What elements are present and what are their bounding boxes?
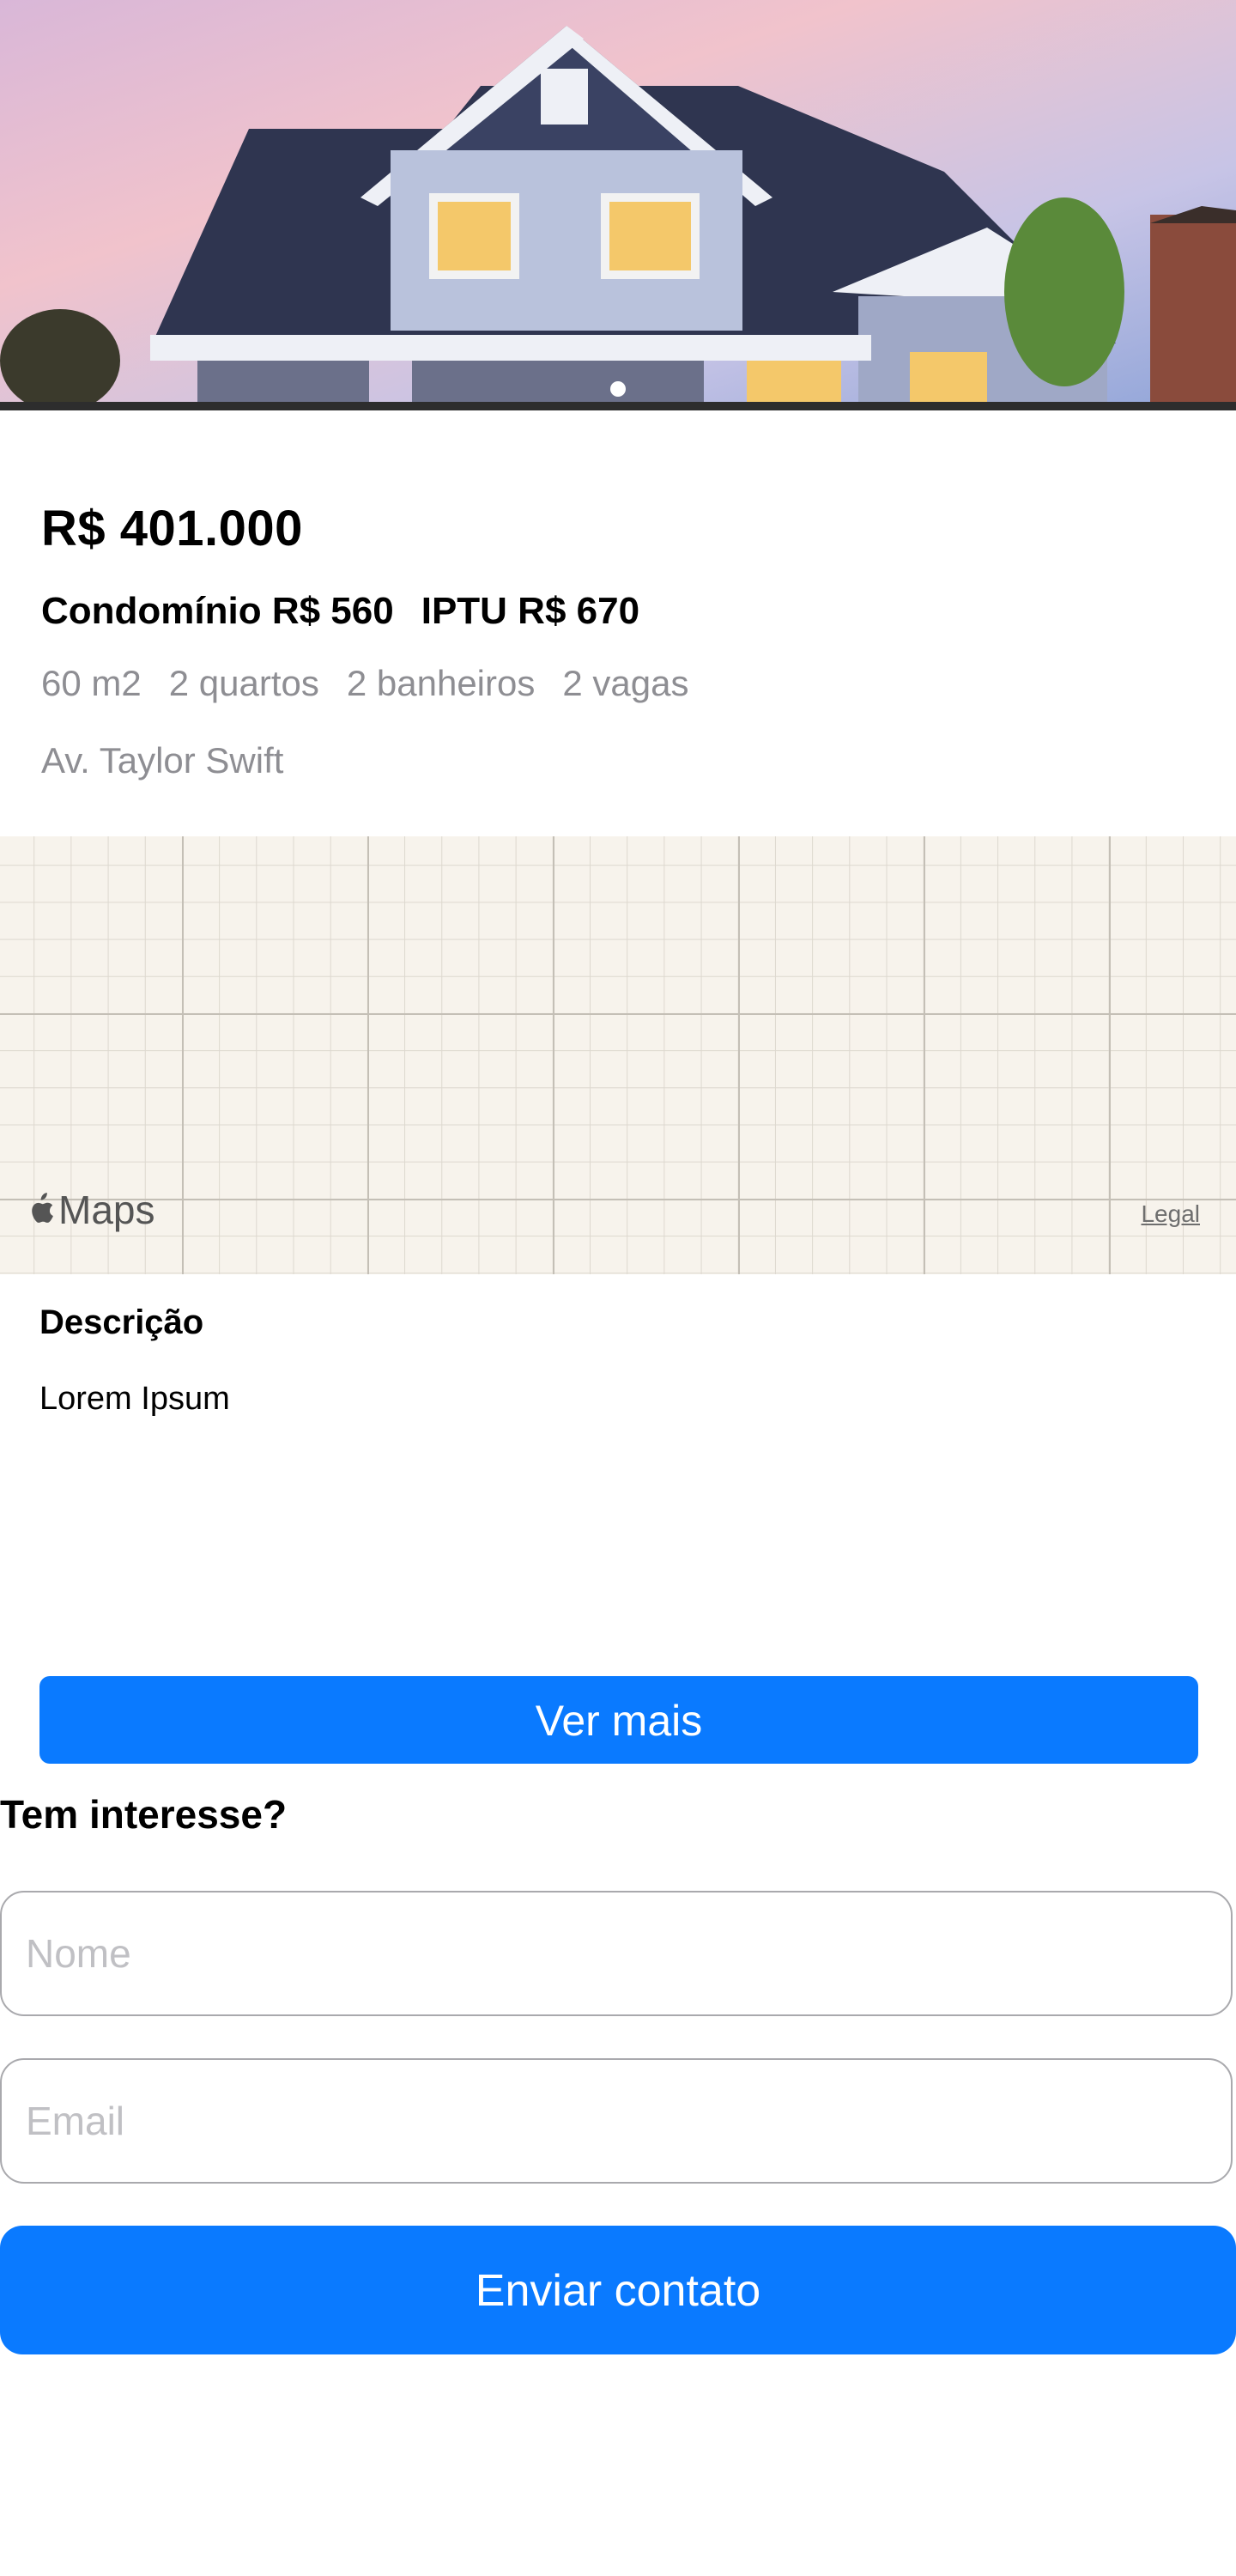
gallery-page-indicator[interactable]	[0, 381, 1236, 402]
price-label: R$ 401.000	[41, 501, 303, 556]
email-input[interactable]	[0, 2058, 1233, 2184]
ver-mais-button[interactable]: Ver mais	[39, 1676, 1198, 1764]
map-view[interactable]: Maps Legal	[0, 836, 1236, 1274]
house-illustration	[0, 0, 1236, 410]
description-title: Descrição	[39, 1303, 204, 1341]
parking-label: 2 vagas	[562, 663, 689, 703]
contact-title: Tem interesse?	[0, 1792, 288, 1837]
house-photo[interactable]	[0, 0, 1236, 410]
maps-logo: Maps	[26, 1187, 154, 1233]
maps-brand-label: Maps	[58, 1188, 155, 1232]
fees-row: Condomínio R$ 560 IPTU R$ 670	[41, 590, 639, 633]
iptu-label: IPTU R$ 670	[421, 590, 640, 632]
legal-link[interactable]: Legal	[1141, 1200, 1200, 1228]
features-row: 60 m2 2 quartos 2 banheiros 2 vagas	[41, 663, 688, 704]
bedrooms-label: 2 quartos	[168, 663, 319, 703]
apple-icon	[32, 1193, 53, 1223]
bathrooms-label: 2 banheiros	[346, 663, 536, 703]
area-label: 60 m2	[41, 663, 142, 703]
address-label: Av. Taylor Swift	[41, 740, 284, 781]
name-input[interactable]	[0, 1891, 1233, 2016]
description-text: Lorem Ipsum	[39, 1381, 230, 1417]
send-contact-button[interactable]: Enviar contato	[0, 2226, 1236, 2354]
page-dot-active[interactable]	[610, 381, 626, 397]
condominio-label: Condomínio R$ 560	[41, 590, 394, 632]
